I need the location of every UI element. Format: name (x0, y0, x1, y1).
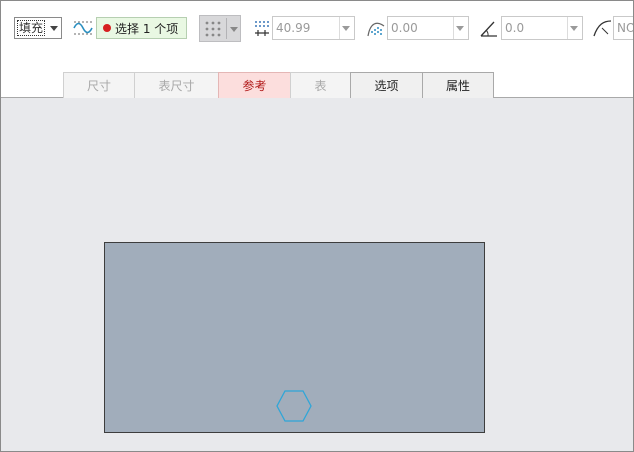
fill-mode-select[interactable]: 填充 (14, 17, 62, 39)
divider (567, 17, 568, 39)
tab-table-dimension[interactable]: 表尺寸 (134, 72, 219, 98)
dot-grid-icon (205, 21, 221, 37)
hexagon-marker-icon (276, 390, 312, 422)
curve-icon (593, 20, 612, 37)
scale-field[interactable]: 0.00 (387, 16, 469, 40)
chevron-down-icon[interactable] (230, 27, 238, 32)
angle-icon (480, 21, 497, 37)
fill-mode-value: 填充 (17, 20, 46, 36)
divider (226, 18, 227, 39)
spacing-field[interactable]: 40.99 (272, 16, 355, 40)
selection-collector-button[interactable]: 选择 1 个项 (96, 17, 187, 39)
spacing-value: 40.99 (276, 21, 311, 35)
chevron-down-icon[interactable] (570, 26, 578, 31)
angle-value: 0.0 (505, 21, 525, 35)
tab-label: 选项 (374, 79, 399, 93)
tab-reference[interactable]: 参考 (218, 72, 291, 98)
extra-field[interactable]: NO (613, 16, 634, 40)
hatch-spacing-icon (255, 21, 269, 36)
tab-properties[interactable]: 属性 (422, 72, 494, 98)
tab-dimension[interactable]: 尺寸 (63, 72, 135, 98)
hatch-toolbar: 填充 选择 1 个项 40.99 0.00 0.0 NO 尺寸 表尺寸 参考 表… (1, 1, 634, 98)
wave-select-icon[interactable] (73, 19, 93, 37)
tab-label: 属性 (445, 79, 470, 93)
tab-label: 参考 (242, 79, 267, 93)
divider (339, 17, 340, 39)
tab-bar: 尺寸 表尺寸 参考 表 选项 属性 (63, 72, 494, 98)
chevron-down-icon[interactable] (342, 26, 350, 31)
divider (453, 17, 454, 39)
status-dot-icon (103, 24, 111, 32)
chevron-down-icon[interactable] (50, 26, 58, 31)
selection-label: 选择 1 个项 (115, 21, 179, 36)
angle-field[interactable]: 0.0 (501, 16, 583, 40)
hatch-pattern-icon (367, 22, 385, 37)
chevron-down-icon[interactable] (456, 26, 464, 31)
tab-label: 表尺寸 (158, 79, 195, 93)
extra-value: NO (617, 21, 634, 35)
scale-value: 0.00 (391, 21, 418, 35)
tab-label: 尺寸 (86, 79, 111, 93)
tab-label: 表 (314, 79, 327, 93)
tab-table[interactable]: 表 (290, 72, 351, 98)
grid-toggle-button[interactable] (199, 15, 241, 42)
tab-options[interactable]: 选项 (350, 72, 423, 98)
